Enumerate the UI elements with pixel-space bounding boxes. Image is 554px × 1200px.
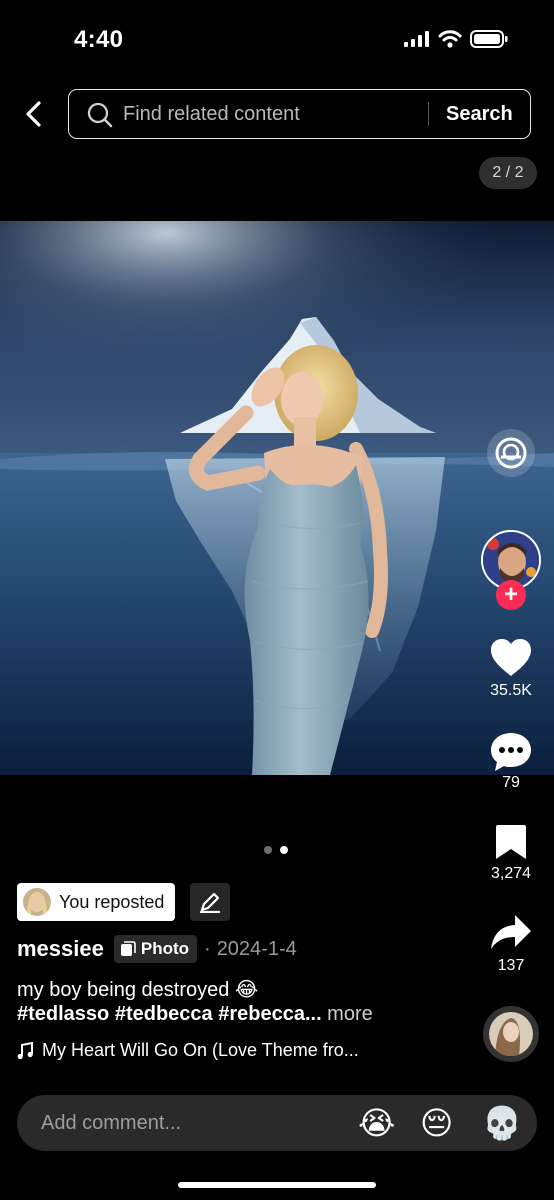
author-name[interactable]: messiee (17, 936, 104, 962)
like-count: 35.5K (490, 682, 532, 699)
music-note-icon (17, 1041, 33, 1059)
page-counter: 2 / 2 (479, 157, 537, 189)
home-indicator (178, 1182, 376, 1188)
status-time: 4:40 (74, 26, 124, 53)
follow-button[interactable]: + (496, 580, 526, 610)
sound-row[interactable]: My Heart Will Go On (Love Theme fro... (17, 1040, 359, 1061)
emoji-skull[interactable]: 💀 (482, 1104, 522, 1142)
emoji-pensive[interactable]: 😔 (420, 1104, 453, 1142)
chevron-left-icon (26, 101, 41, 127)
search-divider (428, 102, 429, 126)
duet-button[interactable] (487, 429, 535, 477)
back-button[interactable] (16, 96, 50, 132)
sound-cover-image (489, 1012, 533, 1056)
caption-text: my boy being destroyed 😂 (17, 979, 259, 1001)
like-button[interactable] (489, 638, 533, 683)
duet-icon (495, 437, 527, 469)
comment-bubble-icon (491, 733, 531, 771)
author-row: messiee Photo · 2024-1-4 (17, 935, 297, 963)
more-link[interactable]: more (322, 1003, 373, 1025)
comment-input[interactable]: Add comment... (41, 1112, 181, 1135)
share-arrow-icon (491, 915, 531, 949)
search-button[interactable]: Search (446, 103, 513, 126)
heart-icon (491, 639, 531, 676)
edit-repost-button[interactable] (190, 883, 230, 921)
cellular-signal-icon (404, 31, 429, 47)
caption-hashtags[interactable]: #tedlasso #tedbecca #rebecca... more (17, 1003, 373, 1026)
post-separator: · (204, 937, 211, 960)
battery-icon (470, 30, 508, 48)
sound-disc[interactable] (483, 1006, 539, 1062)
post-date: 2024-1-4 (216, 937, 297, 960)
search-bar[interactable]: Find related content Search (68, 89, 531, 139)
search-icon (87, 102, 113, 128)
comment-bar[interactable]: Add comment... 😭 😔 💀 (17, 1095, 537, 1151)
share-button[interactable] (489, 913, 533, 956)
sound-title: My Heart Will Go On (Love Theme fro... (42, 1040, 359, 1060)
photo-tag: Photo (113, 935, 198, 963)
carousel-dots (264, 846, 288, 854)
repost-chip[interactable]: You reposted (17, 883, 176, 921)
comment-count: 79 (502, 774, 520, 791)
emoji-crying[interactable]: 😭 (358, 1104, 395, 1142)
carousel-dot-active[interactable] (280, 846, 288, 854)
hashtags[interactable]: #tedlasso #tedbecca #rebecca... (17, 1003, 322, 1025)
reposter-avatar (23, 888, 51, 916)
carousel-dot[interactable] (264, 846, 272, 854)
photo-tag-label: Photo (140, 939, 190, 958)
share-count: 137 (497, 957, 525, 974)
bookmark-count: 3,274 (490, 865, 532, 882)
repost-label: You reposted (59, 891, 165, 912)
bookmark-icon (496, 825, 526, 859)
status-icons (404, 30, 508, 48)
search-input[interactable]: Find related content (123, 103, 300, 126)
photo-icon (120, 941, 136, 956)
comment-button[interactable] (489, 731, 533, 778)
bookmark-button[interactable] (494, 823, 528, 866)
wifi-icon (438, 30, 462, 48)
pencil-icon (199, 892, 221, 913)
